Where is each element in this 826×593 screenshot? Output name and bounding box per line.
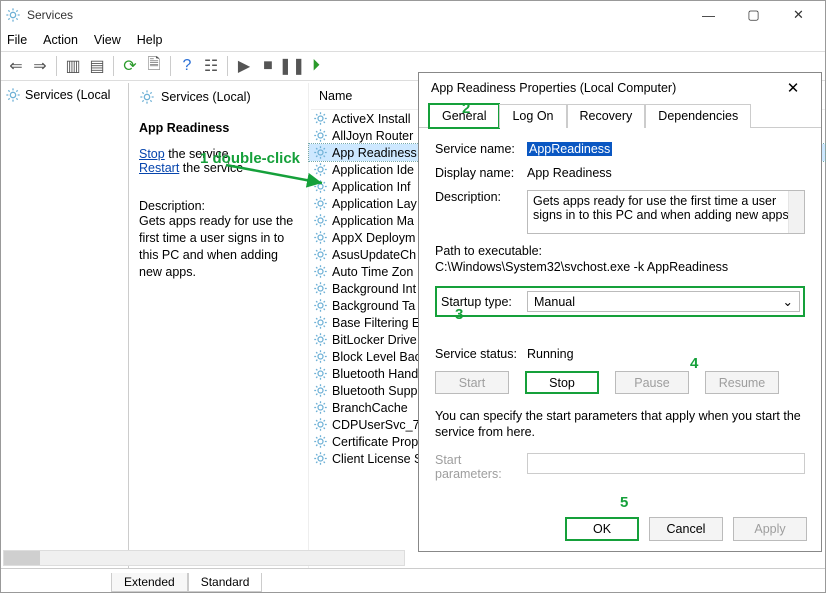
properties-icon[interactable]: ▤ [86,55,108,77]
service-name-label: Service name: [435,142,527,156]
service-gear-icon [313,128,328,143]
detail-pane: Services (Local) App Readiness Stop the … [129,83,309,568]
dialog-title: App Readiness Properties (Local Computer… [431,81,676,95]
path-label: Path to executable: [435,244,805,258]
stop-service-link[interactable]: Stop [139,147,165,161]
service-gear-icon [313,230,328,245]
stop-button[interactable]: Stop [525,371,599,394]
description-label: Description: [139,199,300,213]
separator [56,56,57,76]
details-icon[interactable]: ☷ [200,55,222,77]
service-gear-icon [313,281,328,296]
description-text: Gets apps ready for use the first time a… [139,213,300,281]
close-button[interactable]: ✕ [776,1,821,29]
service-gear-icon [313,383,328,398]
menu-help[interactable]: Help [137,33,163,47]
service-gear-icon [313,264,328,279]
dialog-close-button[interactable]: ✕ [773,79,813,97]
service-gear-icon [313,451,328,466]
display-name-value: App Readiness [527,166,805,180]
menu-view[interactable]: View [94,33,121,47]
services-node-icon [5,87,21,103]
tab-extended[interactable]: Extended [111,573,188,592]
description-box[interactable]: Gets apps ready for use the first time a… [527,190,805,234]
separator [170,56,171,76]
service-gear-icon [313,434,328,449]
start-parameters-input [527,453,805,474]
service-gear-icon [313,213,328,228]
service-gear-icon [313,179,328,194]
apply-button: Apply [733,517,807,541]
start-params-hint: You can specify the start parameters tha… [435,408,805,441]
cancel-button[interactable]: Cancel [649,517,723,541]
service-gear-icon [313,247,328,262]
chevron-down-icon: ⌄ [783,294,793,309]
service-name-value[interactable]: AppReadiness [527,142,612,156]
description-scrollbar[interactable] [788,191,804,233]
service-gear-icon [313,111,328,126]
separator [113,56,114,76]
startup-type-row: Startup type: Manual ⌄ [435,286,805,317]
tab-standard[interactable]: Standard [188,573,263,592]
resume-button: Resume [705,371,779,394]
selected-service-name: App Readiness [139,121,300,135]
services-icon [5,7,21,23]
menu-action[interactable]: Action [43,33,78,47]
startup-type-select[interactable]: Manual ⌄ [527,291,800,312]
minimize-button[interactable]: — [686,1,731,29]
tab-dependencies[interactable]: Dependencies [645,104,751,128]
service-status-label: Service status: [435,347,527,361]
properties-dialog: App Readiness Properties (Local Computer… [418,72,822,552]
tab-general[interactable]: General [429,104,499,128]
forward-icon[interactable]: ⇒ [29,55,51,77]
start-button: Start [435,371,509,394]
display-name-label: Display name: [435,166,527,180]
service-status-value: Running [527,347,805,361]
stop-service-icon[interactable]: ■ [257,55,279,77]
tab-recovery[interactable]: Recovery [567,104,646,128]
service-gear-icon [313,196,328,211]
help-icon[interactable]: ? [176,55,198,77]
console-tree: Services (Local [1,83,129,568]
restart-service-icon[interactable]: ⏵ [305,55,327,77]
start-parameters-label: Start parameters: [435,453,527,481]
maximize-button[interactable]: ▢ [731,1,776,29]
path-value: C:\Windows\System32\svchost.exe -k AppRe… [435,260,805,274]
service-gear-icon [313,162,328,177]
pause-service-icon[interactable]: ❚❚ [281,55,303,77]
separator [227,56,228,76]
services-tree-node[interactable]: Services (Local [25,88,110,102]
detail-pane-title: Services (Local) [161,90,251,104]
service-gear-icon [313,315,328,330]
menu-file[interactable]: File [7,33,27,47]
service-gear-icon [313,349,328,364]
start-service-icon[interactable]: ▶ [233,55,255,77]
tab-logon[interactable]: Log On [499,104,566,128]
service-gear-icon [313,332,328,347]
service-gear-icon [313,400,328,415]
description-label: Description: [435,190,527,204]
menu-bar: File Action View Help [1,29,825,51]
service-gear-icon [313,417,328,432]
refresh-icon[interactable]: ⟳ [119,55,141,77]
startup-type-label: Startup type: [441,295,527,309]
restart-service-link[interactable]: Restart [139,161,179,175]
titlebar: Services — ▢ ✕ [1,1,825,29]
ok-button[interactable]: OK [565,517,639,541]
horizontal-scrollbar[interactable] [3,550,405,566]
services-pane-icon [139,89,155,105]
back-icon[interactable]: ⇐ [5,55,27,77]
service-gear-icon [313,298,328,313]
window-title: Services [27,8,73,22]
service-gear-icon [313,145,328,160]
export-icon[interactable]: 🗎 [143,55,165,77]
pause-button: Pause [615,371,689,394]
service-gear-icon [313,366,328,381]
footer-tabs: Extended Standard [1,568,825,592]
show-hide-tree-icon[interactable]: ▥ [62,55,84,77]
